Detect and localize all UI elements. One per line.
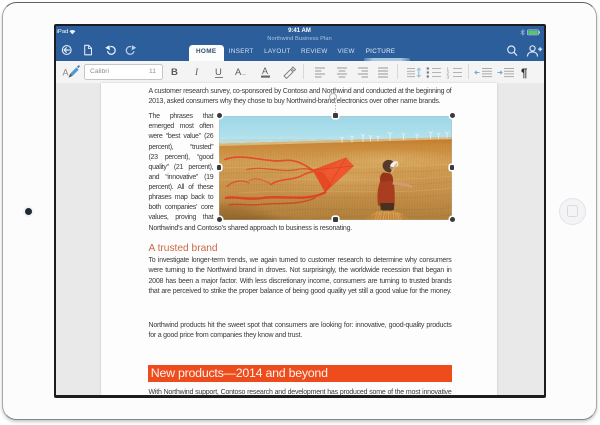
svg-text:..: .. bbox=[242, 70, 246, 77]
svg-text:U: U bbox=[215, 67, 222, 78]
svg-text:A: A bbox=[62, 68, 68, 78]
svg-text:I: I bbox=[194, 68, 199, 78]
svg-text:A: A bbox=[262, 66, 268, 76]
svg-text:B: B bbox=[171, 67, 178, 78]
svg-text:A: A bbox=[235, 67, 242, 78]
svg-text:¶: ¶ bbox=[521, 68, 528, 80]
svg-text:3: 3 bbox=[446, 74, 449, 79]
